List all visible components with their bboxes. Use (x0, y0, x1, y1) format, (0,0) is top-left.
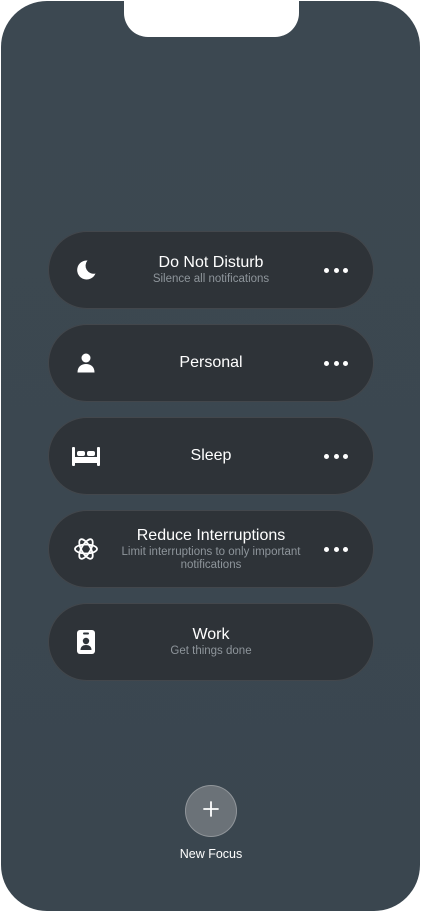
more-options-icon[interactable] (324, 357, 348, 369)
focus-item-text: Work Get things done (118, 603, 304, 681)
bed-icon (71, 443, 101, 469)
atom-icon (73, 536, 99, 562)
focus-item-subtitle: Silence all notifications (152, 273, 270, 285)
focus-item-title: Reduce Interruptions (136, 526, 286, 544)
moon-icon (73, 257, 99, 283)
focus-item-text: Do Not Disturb Silence all notifications (118, 231, 304, 309)
more-options-icon[interactable] (324, 450, 348, 462)
device-notch (124, 1, 299, 37)
phone-screen: Do Not Disturb Silence all notifications… (1, 1, 420, 911)
person-icon (73, 350, 99, 376)
focus-item-work[interactable]: Work Get things done (48, 603, 374, 681)
new-focus-label: New Focus (179, 847, 243, 861)
focus-item-title: Personal (179, 354, 243, 371)
focus-item-text: Reduce Interruptions Limit interruptions… (118, 510, 304, 588)
id-badge-icon (73, 629, 99, 655)
focus-item-title: Do Not Disturb (158, 254, 264, 271)
focus-item-reduce-interruptions[interactable]: Reduce Interruptions Limit interruptions… (48, 510, 374, 588)
focus-item-do-not-disturb[interactable]: Do Not Disturb Silence all notifications (48, 231, 374, 309)
focus-item-title: Work (192, 626, 230, 643)
focus-item-text: Sleep (118, 417, 304, 495)
new-focus-button[interactable] (185, 785, 237, 837)
focus-item-subtitle: Limit interruptions to only important no… (121, 545, 301, 571)
focus-list: Do Not Disturb Silence all notifications… (48, 231, 374, 696)
focus-item-personal[interactable]: Personal (48, 324, 374, 402)
plus-icon (202, 800, 220, 823)
more-options-icon[interactable] (324, 543, 348, 555)
focus-item-sleep[interactable]: Sleep (48, 417, 374, 495)
more-options-icon[interactable] (324, 264, 348, 276)
focus-item-subtitle: Get things done (170, 645, 252, 657)
focus-item-title: Sleep (190, 447, 232, 464)
focus-item-text: Personal (118, 324, 304, 402)
